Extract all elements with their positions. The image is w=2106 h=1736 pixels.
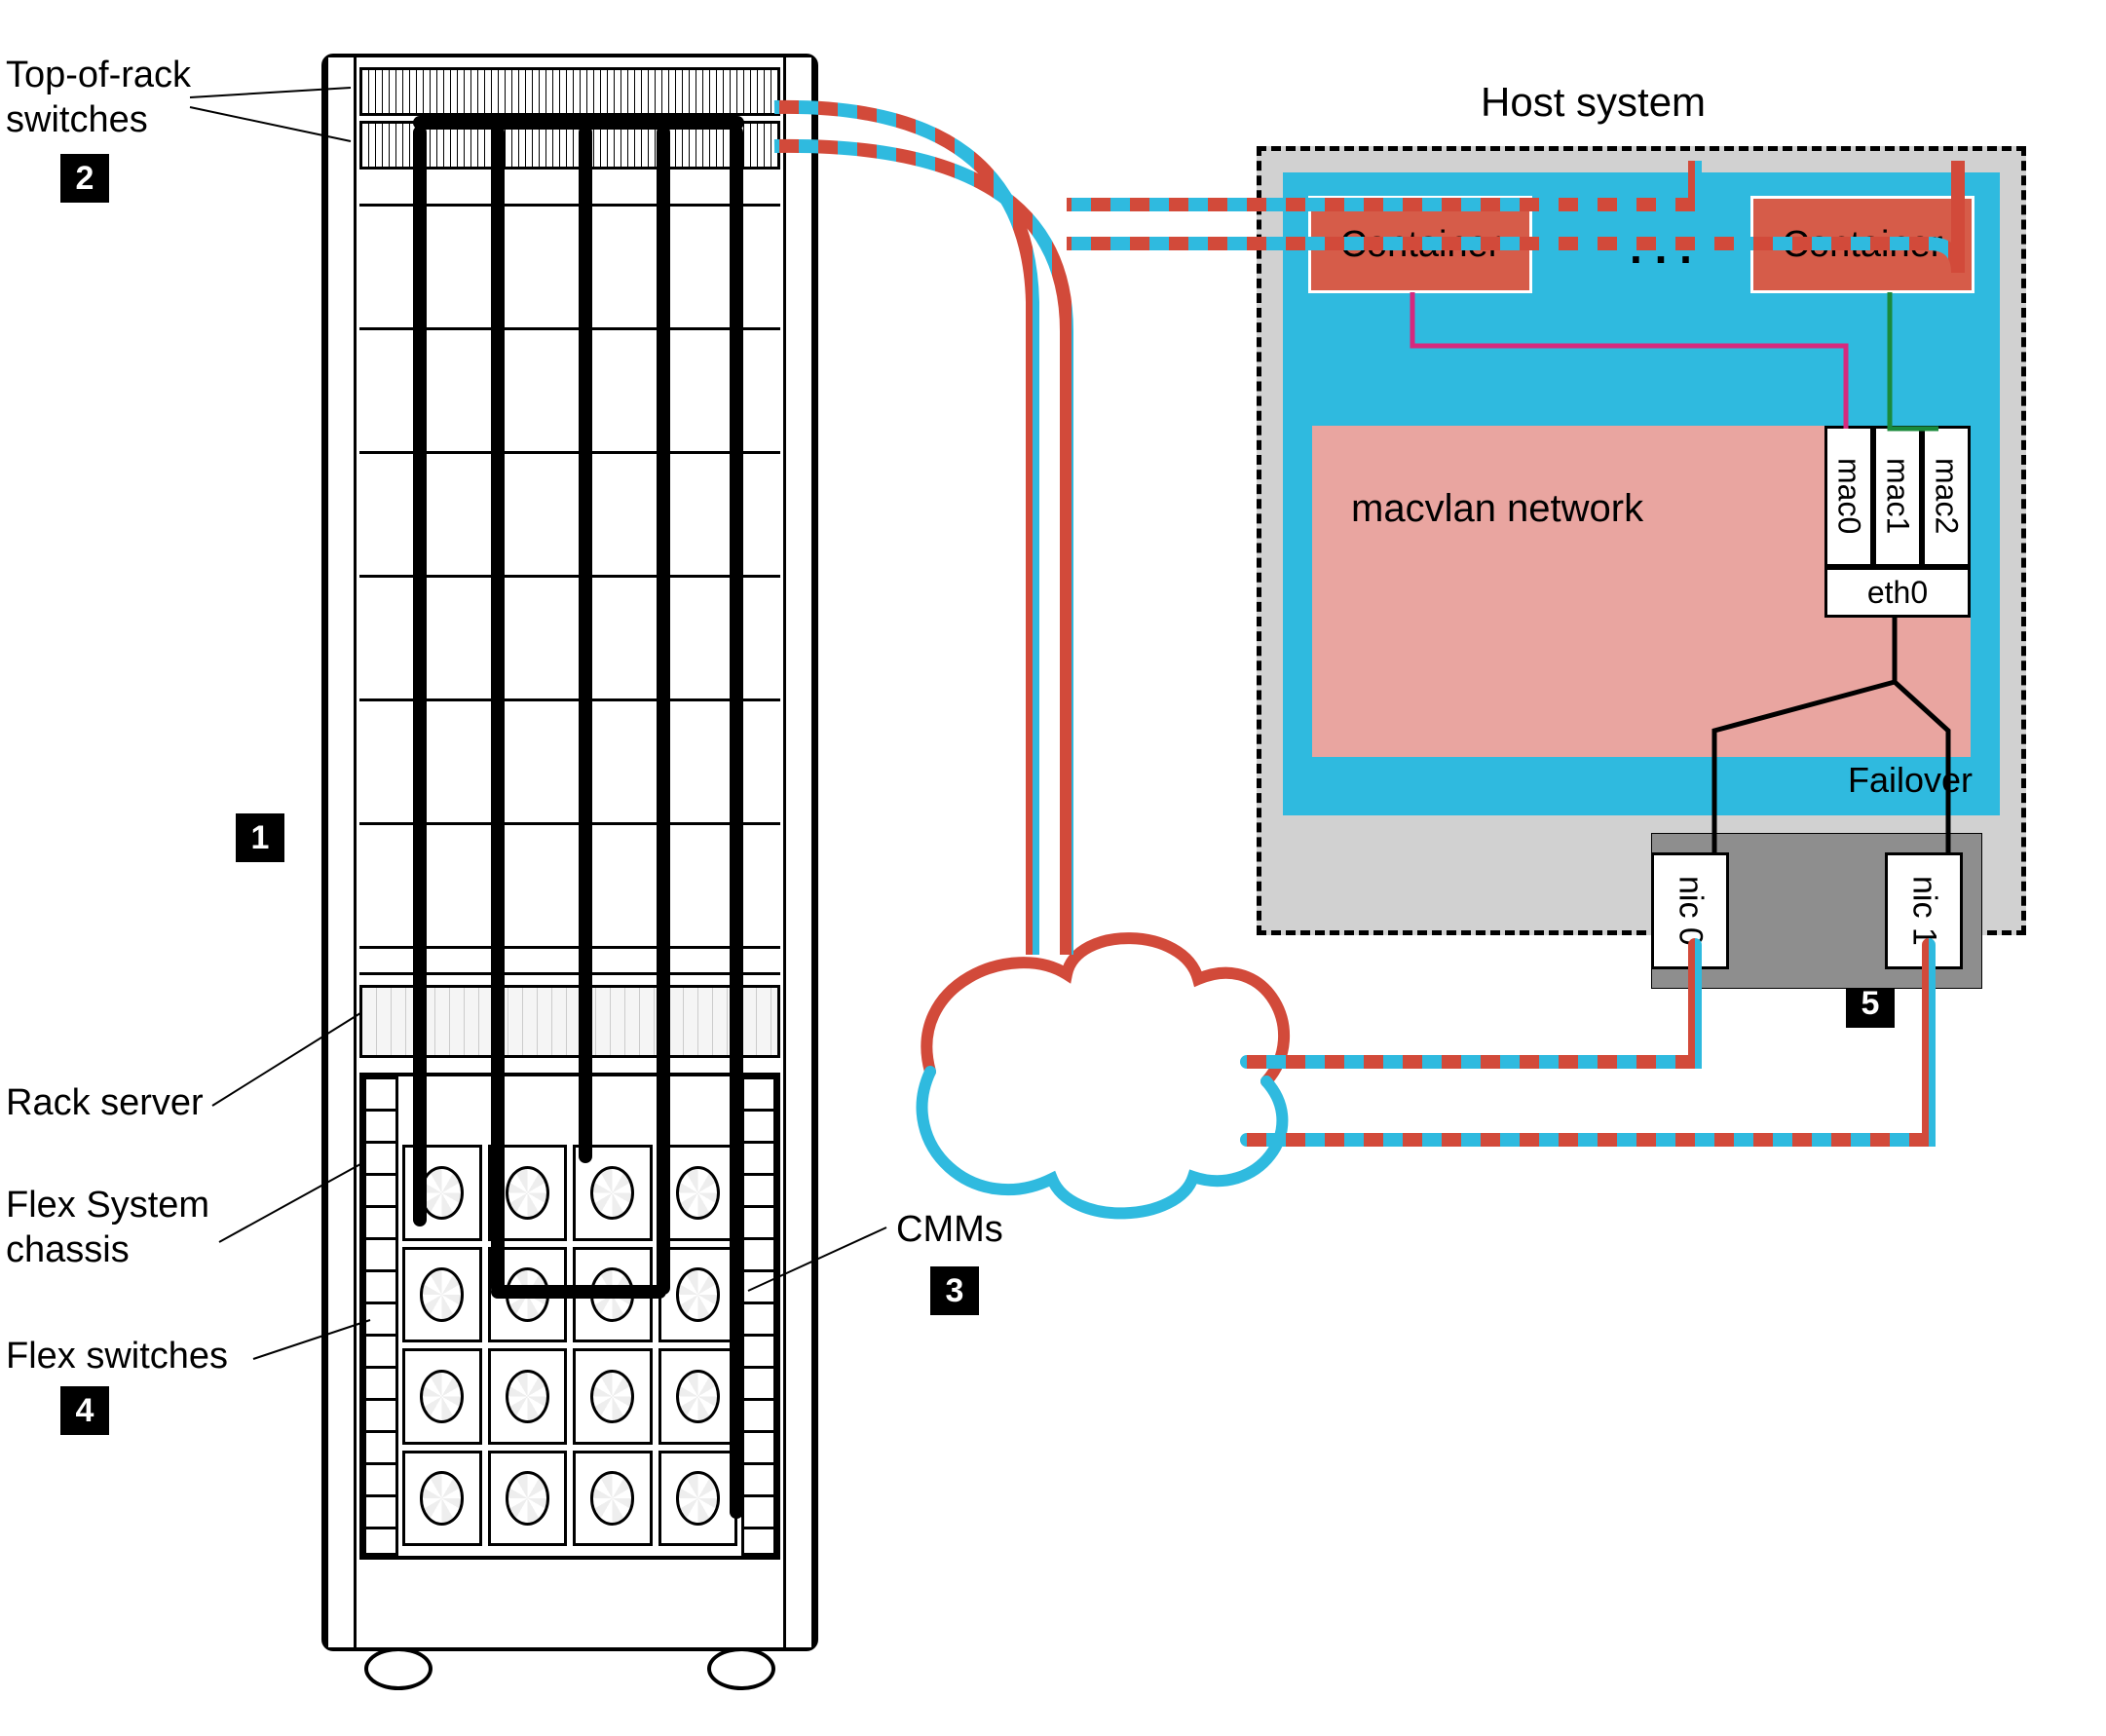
fan-module [488, 1348, 568, 1445]
cable [491, 126, 505, 1295]
flex-switches-label: Flex switches [6, 1335, 228, 1379]
cmms-label: CMMs [896, 1208, 1003, 1253]
macvlan-network: macvlan network mac0 mac1 mac2 eth0 [1312, 426, 1971, 757]
cloud-label: Data / management network [906, 1030, 1276, 1113]
cable [657, 126, 670, 1295]
cable [413, 126, 427, 1227]
cmm-side [741, 1076, 776, 1556]
host-system: Container . . . Container macvlan networ… [1257, 146, 2026, 935]
rack-foot [364, 1647, 432, 1690]
cable [491, 1285, 666, 1299]
tor-switch-1 [359, 67, 780, 116]
fan-module [573, 1348, 653, 1445]
fan-module [402, 1348, 482, 1445]
flex-switch-left [363, 1076, 398, 1556]
mac1: mac1 [1873, 426, 1922, 567]
rack-rail-right [783, 57, 814, 1647]
callout-tor: 2 [60, 154, 109, 203]
data-management-cloud: Data / management network [906, 964, 1276, 1179]
rack [321, 54, 818, 1651]
fan-module [658, 1348, 738, 1445]
nic1: nic 1 [1885, 852, 1963, 969]
callout-cmm: 3 [930, 1266, 979, 1315]
rack-interior [359, 67, 780, 1569]
chassis-fan-grid [402, 1145, 737, 1546]
rack-server-label: Rack server [6, 1081, 204, 1126]
callout-flex-switch: 4 [60, 1386, 109, 1435]
fan-module [402, 1247, 482, 1343]
fan-module [402, 1451, 482, 1547]
mac0: mac0 [1824, 426, 1873, 567]
failover-label: Failover [1848, 760, 1973, 801]
flex-chassis-label: Flex System chassis [6, 1184, 209, 1272]
cable [730, 126, 743, 1519]
host-container-layer: Container . . . Container macvlan networ… [1283, 172, 2000, 815]
nic0: nic 0 [1651, 852, 1729, 969]
tor-switches-label: Top-of-rack switches [6, 54, 191, 142]
fan-module [488, 1451, 568, 1547]
container-left: Container [1308, 196, 1532, 293]
cable [579, 126, 592, 1163]
fan-module [658, 1451, 738, 1547]
eth0: eth0 [1824, 567, 1971, 618]
container-right: Container [1750, 196, 1974, 293]
rack-rail-left [325, 57, 357, 1647]
mac-interfaces: mac0 mac1 mac2 [1824, 426, 1971, 567]
rack-foot [707, 1647, 775, 1690]
mac2: mac2 [1922, 426, 1971, 567]
host-system-label: Host system [1481, 78, 1706, 127]
macvlan-label: macvlan network [1351, 484, 1643, 533]
fan-module [573, 1451, 653, 1547]
container-ellipsis: . . . [1614, 221, 1708, 274]
callout-rack: 1 [236, 813, 284, 862]
cable [413, 116, 744, 130]
